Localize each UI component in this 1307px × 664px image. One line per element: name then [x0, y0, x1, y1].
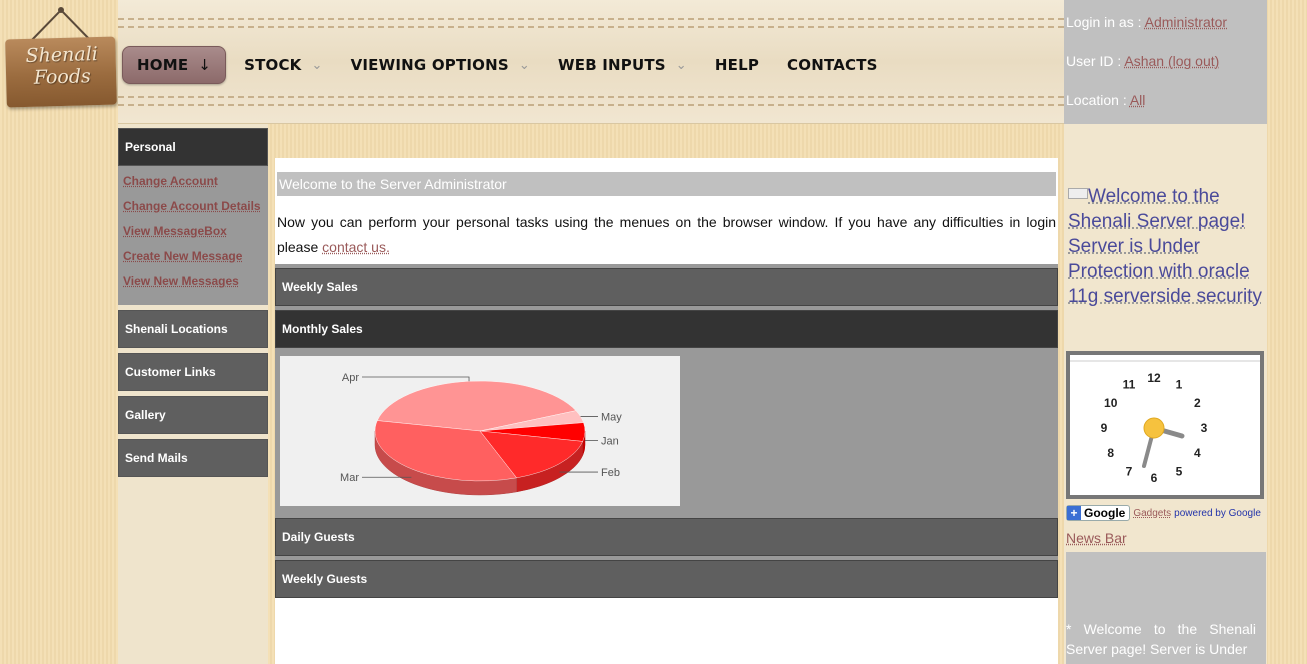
clock-icon: 12 1234567891011: [1070, 360, 1260, 485]
pie-chart: Apr May Jan Feb Mar: [340, 372, 622, 496]
accordion-daily-guests[interactable]: Daily Guests: [275, 518, 1058, 556]
chart-panel: Apr May Jan Feb Mar: [275, 348, 1058, 518]
sidebar-link-create-new-message[interactable]: Create New Message: [123, 249, 268, 274]
login-user-link[interactable]: Administrator: [1145, 14, 1227, 30]
logo-line-1: Shenali: [25, 43, 99, 67]
sidebar-section-personal[interactable]: Personal: [118, 128, 268, 166]
intro-text: Now you can perform your personal tasks …: [277, 214, 1056, 255]
chevron-down-icon: ⌄: [311, 57, 323, 73]
nav-contacts[interactable]: CONTACTS: [773, 46, 892, 84]
intro-paragraph: Now you can perform your personal tasks …: [277, 210, 1056, 260]
marquee-text: Welcome to the Shenali Server page! Serv…: [1068, 186, 1262, 307]
pie-label-jan: Jan: [601, 435, 619, 447]
add-to-google-button[interactable]: + Google: [1066, 505, 1131, 521]
logout-link[interactable]: Ashan (log out): [1124, 53, 1219, 69]
clock-number-7: 7: [1126, 464, 1133, 478]
header: HOME ↓ STOCK ⌄ VIEWING OPTIONS ⌄ WEB INP…: [118, 0, 1064, 124]
sidebar-link-view-messagebox[interactable]: View MessageBox: [123, 224, 268, 249]
clock-face: 12 1 2 3 4 5 6 7 8 9 10 11: [1070, 355, 1260, 495]
stitch-divider: [118, 26, 1064, 28]
welcome-bar: Welcome to the Server Administrator: [277, 172, 1056, 196]
clock-center-cap: [1143, 417, 1165, 439]
accordion-monthly-sales[interactable]: Monthly Sales: [275, 310, 1058, 348]
clock-number-4: 4: [1194, 446, 1201, 460]
clock-number-8: 8: [1107, 446, 1114, 460]
logo-text: Shenali Foods: [7, 43, 116, 90]
news-box: * Welcome to the Shenali Server page! Se…: [1066, 552, 1266, 664]
clock-number-10: 10: [1104, 396, 1118, 410]
chevron-down-icon: ⌄: [675, 57, 687, 73]
login-row: Login in as : Administrator: [1066, 14, 1265, 53]
login-panel: Login in as : Administrator User ID : As…: [1064, 0, 1267, 124]
accordion-weekly-sales[interactable]: Weekly Sales: [275, 268, 1058, 306]
clock-number-2: 2: [1194, 396, 1201, 410]
nav-home[interactable]: HOME ↓: [122, 46, 227, 84]
google-label: Google: [1084, 506, 1126, 520]
logo-line-2: Foods: [33, 65, 92, 89]
nav-help-label: HELP: [714, 56, 760, 74]
powered-by-google: powered by Google: [1174, 507, 1261, 519]
userid-label: User ID :: [1066, 53, 1125, 69]
location-link[interactable]: All: [1130, 92, 1146, 108]
right-column: Welcome to the Shenali Server page! Serv…: [1064, 124, 1267, 664]
pie-label-mar: Mar: [340, 472, 359, 484]
location-label: Location :: [1066, 92, 1130, 108]
login-label: Login in as :: [1066, 14, 1145, 30]
clock-number-11: 11: [1123, 378, 1136, 392]
main-content: Welcome to the Server Administrator Now …: [275, 158, 1058, 664]
arrow-down-icon: ↓: [198, 56, 212, 74]
clock-number-9: 9: [1101, 421, 1108, 435]
clock-number-6: 6: [1151, 471, 1158, 485]
pie-label-apr: Apr: [342, 372, 359, 384]
news-bar-link[interactable]: News Bar: [1066, 530, 1127, 546]
sidebar-link-view-new-messages[interactable]: View New Messages: [123, 274, 268, 299]
clock-number-5: 5: [1176, 464, 1183, 478]
nav-stock[interactable]: STOCK ⌄: [230, 46, 337, 84]
clock-number-3: 3: [1201, 421, 1208, 435]
stitch-divider: [118, 104, 1064, 106]
sidebar: Personal Change Account Change Account D…: [118, 124, 268, 664]
nav-stock-label: STOCK: [244, 56, 302, 74]
news-text: * Welcome to the Shenali Server page! Se…: [1066, 621, 1256, 657]
nav-help[interactable]: HELP: [701, 46, 773, 84]
clock-gadget: 12 1 2 3 4 5 6 7 8 9 10 11: [1066, 351, 1264, 499]
sidebar-link-change-account[interactable]: Change Account: [123, 174, 268, 199]
logo[interactable]: Shenali Foods: [4, 4, 118, 108]
accordion: Weekly Sales Monthly Sales Apr May Jan Feb M…: [275, 264, 1058, 598]
sidebar-link-change-account-details[interactable]: Change Account Details: [123, 199, 268, 224]
nav-home-label: HOME: [137, 56, 189, 74]
chevron-down-icon: ⌄: [518, 57, 530, 73]
personal-links: Change Account Change Account Details Vi…: [118, 166, 268, 305]
contact-us-link[interactable]: contact us.: [322, 239, 390, 255]
pie-label-may: May: [601, 412, 622, 424]
accordion-weekly-guests[interactable]: Weekly Guests: [275, 560, 1058, 598]
sidebar-section-gallery[interactable]: Gallery: [118, 396, 268, 434]
sidebar-section-shenali-locations[interactable]: Shenali Locations: [118, 310, 268, 348]
stitch-divider: [118, 96, 1064, 98]
monthly-sales-chart: Apr May Jan Feb Mar: [280, 356, 680, 506]
nav-web-inputs[interactable]: WEB INPUTS ⌄: [544, 46, 701, 84]
clock-number-1: 1: [1176, 378, 1183, 392]
sidebar-section-send-mails[interactable]: Send Mails: [118, 439, 268, 477]
leader-line-apr: [362, 376, 470, 382]
clock-number-12: 12: [1147, 371, 1161, 385]
image-placeholder-icon: [1068, 188, 1088, 199]
plus-icon: +: [1067, 506, 1081, 520]
nav-web-inputs-label: WEB INPUTS: [558, 56, 666, 74]
main-nav: HOME ↓ STOCK ⌄ VIEWING OPTIONS ⌄ WEB INP…: [122, 46, 892, 84]
welcome-marquee[interactable]: Welcome to the Shenali Server page! Serv…: [1068, 184, 1264, 324]
sidebar-section-customer-links[interactable]: Customer Links: [118, 353, 268, 391]
nav-viewing-options-label: VIEWING OPTIONS: [350, 56, 509, 74]
pie-label-feb: Feb: [601, 467, 620, 479]
gadgets-link[interactable]: Gadgets: [1133, 508, 1171, 519]
gadget-bar: + Google Gadgets powered by Google: [1066, 505, 1266, 521]
stitch-divider: [118, 18, 1064, 20]
nav-viewing-options[interactable]: VIEWING OPTIONS ⌄: [337, 46, 544, 84]
userid-row: User ID : Ashan (log out): [1066, 53, 1265, 92]
nav-contacts-label: CONTACTS: [787, 56, 878, 74]
